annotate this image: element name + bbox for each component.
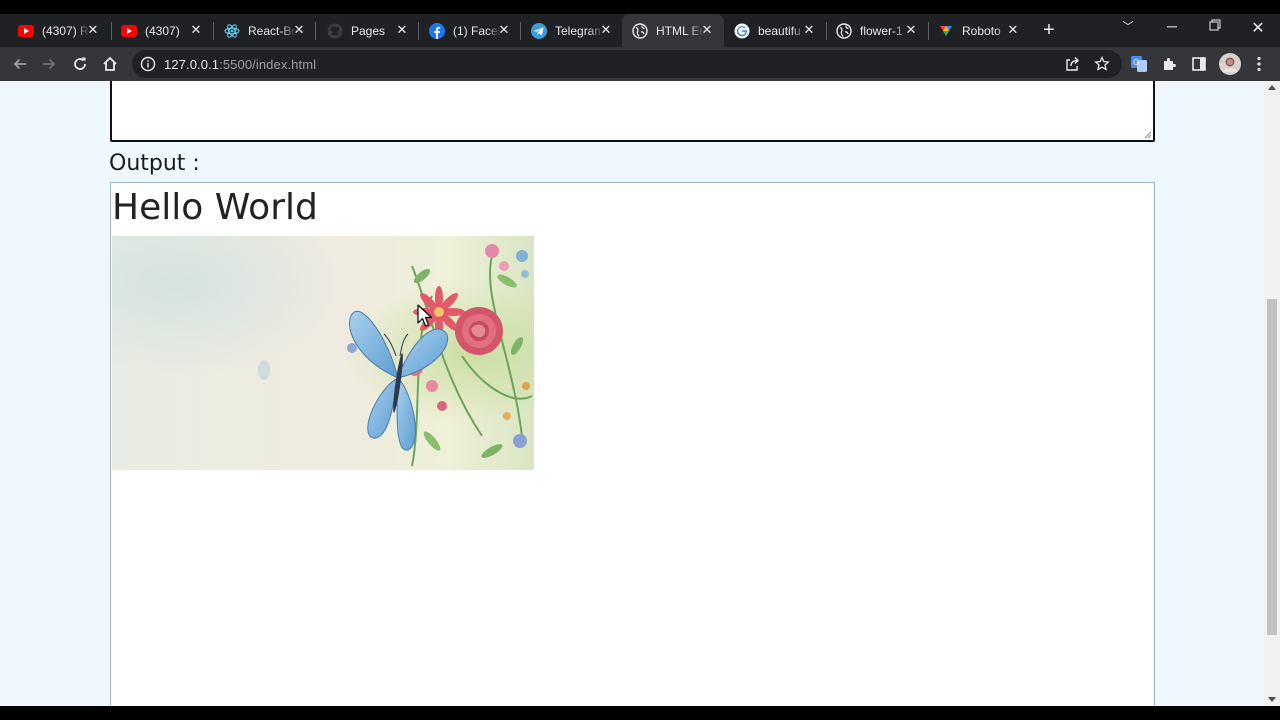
bottom-frame bbox=[0, 706, 1280, 720]
tab-title: HTML Ed bbox=[656, 23, 704, 38]
restore-icon[interactable] bbox=[1205, 18, 1225, 34]
google-icon bbox=[734, 23, 750, 39]
tab-title: Pages bbox=[351, 23, 386, 38]
tab-title: flower-1 bbox=[860, 23, 903, 38]
vertical-scrollbar[interactable] bbox=[1264, 81, 1280, 706]
svg-text:G: G bbox=[1133, 58, 1139, 67]
tab-html-editor[interactable]: HTML Ed ✕ bbox=[622, 14, 724, 47]
scroll-up-arrow-icon[interactable] bbox=[1268, 85, 1276, 90]
globe-icon bbox=[836, 22, 852, 39]
html-code-textarea[interactable] bbox=[110, 81, 1155, 142]
tab-title: beautifu bbox=[758, 23, 801, 38]
close-icon[interactable]: ✕ bbox=[86, 23, 100, 37]
new-tab-button[interactable]: + bbox=[1038, 20, 1060, 42]
bookmark-star-icon[interactable] bbox=[1093, 55, 1111, 73]
translate-icon[interactable]: G bbox=[1130, 55, 1148, 73]
tab-react[interactable]: React-Bo ✕ bbox=[214, 14, 316, 47]
url-path: :5500/index.html bbox=[219, 57, 317, 72]
close-icon[interactable]: ✕ bbox=[1006, 23, 1020, 37]
close-window-icon[interactable]: ✕ bbox=[1248, 18, 1268, 38]
extensions-icon[interactable] bbox=[1160, 55, 1178, 73]
close-icon[interactable]: ✕ bbox=[497, 23, 511, 37]
url-host: 127.0.0.1 bbox=[164, 57, 220, 72]
page-viewport: Output : Hello World bbox=[0, 81, 1264, 706]
forward-arrow-icon bbox=[43, 58, 56, 70]
tab-youtube-2[interactable]: (4307) ✕ bbox=[111, 14, 213, 47]
tab-separator bbox=[315, 22, 316, 40]
close-icon[interactable]: ✕ bbox=[292, 23, 306, 37]
scroll-down-arrow-icon[interactable] bbox=[1268, 697, 1276, 702]
tab-flower[interactable]: flower-1 ✕ bbox=[826, 14, 928, 47]
tab-title: (4307) bbox=[145, 23, 180, 38]
close-icon[interactable]: ✕ bbox=[395, 23, 409, 37]
avatar[interactable] bbox=[1219, 53, 1241, 75]
tab-google-search[interactable]: beautifu ✕ bbox=[724, 14, 826, 47]
tab-facebook[interactable]: (1) Faceb ✕ bbox=[419, 14, 521, 47]
telegram-icon bbox=[531, 22, 547, 39]
react-icon bbox=[224, 23, 240, 39]
youtube-icon bbox=[121, 23, 137, 39]
minimize-icon[interactable]: ─ bbox=[1162, 18, 1182, 34]
mouse-cursor-icon bbox=[417, 304, 433, 327]
side-panel-icon[interactable] bbox=[1190, 55, 1208, 73]
output-heading: Hello World bbox=[112, 187, 318, 228]
home-icon bbox=[103, 56, 117, 71]
tab-title: (1) Faceb bbox=[453, 23, 501, 38]
tab-title: Roboto bbox=[962, 23, 1001, 38]
reload-icon bbox=[74, 57, 86, 70]
butterfly-flowers-image bbox=[112, 236, 534, 470]
menu-kebab-icon[interactable] bbox=[1250, 55, 1268, 73]
tab-youtube-1[interactable]: (4307) R ✕ bbox=[8, 14, 110, 47]
tab-title: (4307) R bbox=[42, 23, 89, 38]
browser-toolbar: 127.0.0.1:5500/index.html G bbox=[0, 47, 1280, 81]
share-icon[interactable] bbox=[1063, 55, 1081, 73]
url-text: 127.0.0.1:5500/index.html bbox=[164, 57, 316, 72]
home-button[interactable] bbox=[99, 53, 121, 75]
tab-title: React-Bo bbox=[248, 23, 296, 38]
tab-telegram[interactable]: Telegram ✕ bbox=[521, 14, 623, 47]
tab-title: Telegram bbox=[555, 23, 603, 38]
address-bar[interactable]: 127.0.0.1:5500/index.html bbox=[132, 50, 1122, 78]
facebook-icon bbox=[429, 22, 445, 39]
close-icon[interactable]: ✕ bbox=[189, 23, 203, 37]
title-bar bbox=[0, 0, 1280, 14]
back-arrow-icon bbox=[13, 58, 26, 70]
figma-icon bbox=[938, 23, 954, 39]
tab-strip: (4307) R ✕ (4307) ✕ React-Bo ✕ Pages ✕ (… bbox=[0, 0, 1280, 47]
output-preview: Hello World bbox=[110, 182, 1155, 706]
reload-button[interactable] bbox=[69, 53, 91, 75]
globe-icon bbox=[632, 22, 648, 39]
info-icon[interactable] bbox=[140, 56, 156, 72]
close-icon[interactable]: ✕ bbox=[700, 23, 714, 37]
youtube-icon bbox=[18, 23, 34, 39]
resize-handle-icon[interactable] bbox=[1143, 130, 1152, 139]
tab-search-icon[interactable]: ﹀ bbox=[1118, 18, 1138, 34]
back-button[interactable] bbox=[9, 53, 31, 75]
output-label: Output : bbox=[109, 151, 200, 176]
tab-roboto[interactable]: Roboto ✕ bbox=[928, 14, 1030, 47]
forward-button[interactable] bbox=[38, 53, 60, 75]
close-icon[interactable]: ✕ bbox=[599, 23, 613, 37]
github-icon bbox=[327, 23, 343, 39]
close-icon[interactable]: ✕ bbox=[802, 23, 816, 37]
tab-pages[interactable]: Pages ✕ bbox=[317, 14, 419, 47]
scroll-thumb[interactable] bbox=[1267, 299, 1277, 635]
close-icon[interactable]: ✕ bbox=[904, 23, 918, 37]
